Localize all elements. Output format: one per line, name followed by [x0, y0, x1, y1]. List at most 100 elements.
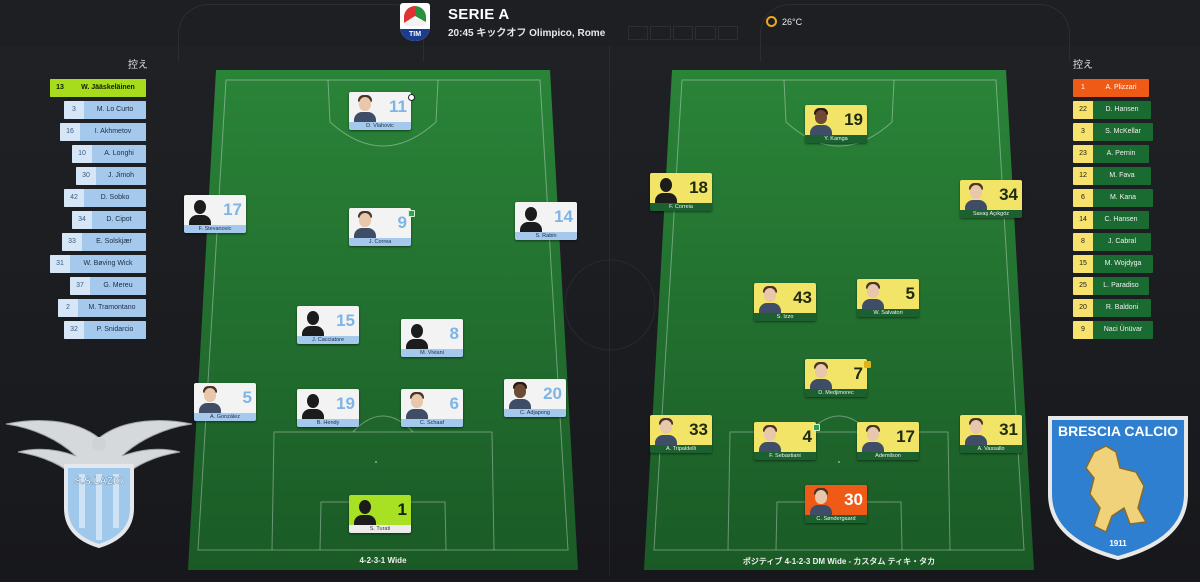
away-bench-player[interactable]: 20 R. Baldoni [1073, 299, 1151, 317]
away-bench-title: 控え [1073, 60, 1093, 71]
home-player-card[interactable]: 11 D. Vlahovic [349, 92, 415, 130]
home-player-card[interactable]: 9 J. Correa [349, 208, 415, 246]
player-card-top: 4 [754, 422, 816, 452]
away-bench-player[interactable]: 3 S. McKellar [1073, 123, 1153, 141]
away-player-card[interactable]: 17 Ademilson [857, 422, 919, 460]
bench-player-number: 10 [72, 145, 92, 163]
match-tactics-screen: { "header": { "competition": "SERIE A", … [0, 0, 1200, 582]
player-card-top: 18 [650, 173, 712, 203]
home-bench-player[interactable]: 30 J. Jimoh [76, 167, 146, 185]
player-number: 5 [905, 284, 915, 303]
player-name: A. Vassallo [960, 445, 1022, 453]
player-name: W. Salvatori [857, 309, 919, 317]
home-bench-player[interactable]: 33 E. Solskjær [62, 233, 146, 251]
home-bench-player[interactable]: 16 I. Akhmetov [60, 123, 146, 141]
player-card-top: 20 [504, 379, 566, 409]
away-bench-player[interactable]: 22 D. Hansen [1073, 101, 1151, 119]
player-number: 9 [397, 213, 407, 232]
player-name: D. Vlahovic [349, 122, 411, 130]
home-bench-player[interactable]: 31 W. Bøving Wick [50, 255, 146, 273]
player-card-top: 5 [857, 279, 919, 309]
away-player-card[interactable]: 30 C. Søndergaard [805, 485, 867, 523]
bench-player-number: 30 [76, 167, 96, 185]
away-player-card[interactable]: 33 A. Tripaldelli [650, 415, 712, 453]
away-bench-player[interactable]: 23 A. Pernin [1073, 145, 1149, 163]
home-bench-player[interactable]: 13 W. Jääskeläinen [50, 79, 146, 97]
player-card-top: 1 [349, 495, 411, 525]
away-player-card[interactable]: 5 W. Salvatori [857, 279, 919, 317]
player-name: S. Turati [349, 525, 411, 533]
bench-player-name: Naci Ünüvar [1093, 321, 1153, 339]
player-portrait-icon [354, 497, 376, 525]
player-portrait-icon [862, 281, 884, 309]
away-bench-player[interactable]: 14 C. Hansen [1073, 211, 1149, 229]
away-player-card[interactable]: 43 S. Izzo [754, 283, 816, 321]
player-number: 19 [844, 110, 863, 129]
away-bench-player[interactable]: 25 L. Paradiso [1073, 277, 1149, 295]
away-bench-player[interactable]: 15 M. Wojdyga [1073, 255, 1153, 273]
player-name: A. González [194, 413, 256, 421]
player-card-top: 6 [401, 389, 463, 419]
header-frame-right [760, 4, 1070, 62]
away-player-card[interactable]: 7 D. Medjimorec [805, 359, 871, 397]
player-name: M. Viviani [401, 349, 463, 357]
away-player-card[interactable]: 4 F. Sebastiani [754, 422, 820, 460]
home-player-card[interactable]: 14 S. Rabin [515, 202, 577, 240]
bench-player-number: 8 [1073, 233, 1093, 251]
home-player-card[interactable]: 5 A. González [194, 383, 256, 421]
home-player-card[interactable]: 20 C. Adjapong [504, 379, 566, 417]
home-bench-player[interactable]: 3 M. Lo Curto [64, 101, 146, 119]
bench-player-number: 23 [1073, 145, 1093, 163]
home-player-card[interactable]: 8 M. Viviani [401, 319, 463, 357]
away-player-card[interactable]: 19 Y. Kamga [805, 105, 867, 143]
substitution-icon [813, 424, 820, 431]
bench-player-number: 2 [58, 299, 78, 317]
home-bench-player[interactable]: 42 D. Sobko [64, 189, 146, 207]
player-card-top: 17 [857, 422, 919, 452]
temperature: 26°C [782, 17, 803, 27]
home-bench-player[interactable]: 37 G. Mereu [70, 277, 146, 295]
bench-player-name: M. Lo Curto [84, 101, 146, 119]
home-bench-player[interactable]: 10 A. Longhi [72, 145, 146, 163]
player-card-top: 14 [515, 202, 577, 232]
home-player-card[interactable]: 1 S. Turati [349, 495, 411, 533]
competition-title: SERIE A [448, 6, 510, 23]
home-bench-player[interactable]: 2 M. Tramontano [58, 299, 146, 317]
serie-a-shield-icon [404, 6, 426, 26]
away-bench-player[interactable]: 12 M. Fava [1073, 167, 1151, 185]
bench-player-number: 34 [72, 211, 92, 229]
home-player-card[interactable]: 17 F. Stevanovic [184, 195, 246, 233]
player-number: 17 [896, 427, 915, 446]
player-portrait-icon [655, 417, 677, 445]
away-bench-player[interactable]: 1 A. Plizzari [1073, 79, 1149, 97]
away-bench-player[interactable]: 8 J. Cabral [1073, 233, 1151, 251]
player-card-top: 43 [754, 283, 816, 313]
bench-player-number: 32 [64, 321, 84, 339]
away-formation[interactable]: ポジティブ 4-1-2-3 DM Wide - カスタム ティキ・タカ [644, 556, 1034, 567]
header-frame-left [178, 4, 424, 62]
home-formation[interactable]: 4-2-3-1 Wide [188, 556, 578, 565]
away-player-card[interactable]: 34 Savaş Açıkgöz [960, 180, 1022, 218]
away-player-card[interactable]: 31 A. Vassallo [960, 415, 1022, 453]
halfway-line-ghost [609, 46, 610, 576]
player-name: Ademilson [857, 452, 919, 460]
bench-player-name: S. McKellar [1093, 123, 1153, 141]
home-bench-player[interactable]: 34 D. Cipot [72, 211, 146, 229]
bench-player-name: A. Pernin [1093, 145, 1149, 163]
away-bench-player[interactable]: 6 M. Kana [1073, 189, 1153, 207]
player-name: S. Rabin [515, 232, 577, 240]
away-bench-player[interactable]: 9 Naci Ünüvar [1073, 321, 1153, 339]
away-player-card[interactable]: 18 F. Correia [650, 173, 712, 211]
home-player-card[interactable]: 6 C. Schaaf [401, 389, 463, 427]
home-bench-title: 控え [128, 60, 148, 71]
home-bench-player[interactable]: 32 P. Snidarcio [64, 321, 146, 339]
bench-player-number: 20 [1073, 299, 1093, 317]
home-player-card[interactable]: 19 B. Hendy [297, 389, 359, 427]
player-number: 5 [242, 388, 252, 407]
bench-player-number: 3 [64, 101, 84, 119]
player-name: F. Stevanovic [184, 225, 246, 233]
player-card-top: 11 [349, 92, 411, 122]
home-player-card[interactable]: 15 J. Cacciatore [297, 306, 359, 344]
bench-player-name: L. Paradiso [1093, 277, 1149, 295]
bench-player-name: J. Jimoh [96, 167, 146, 185]
